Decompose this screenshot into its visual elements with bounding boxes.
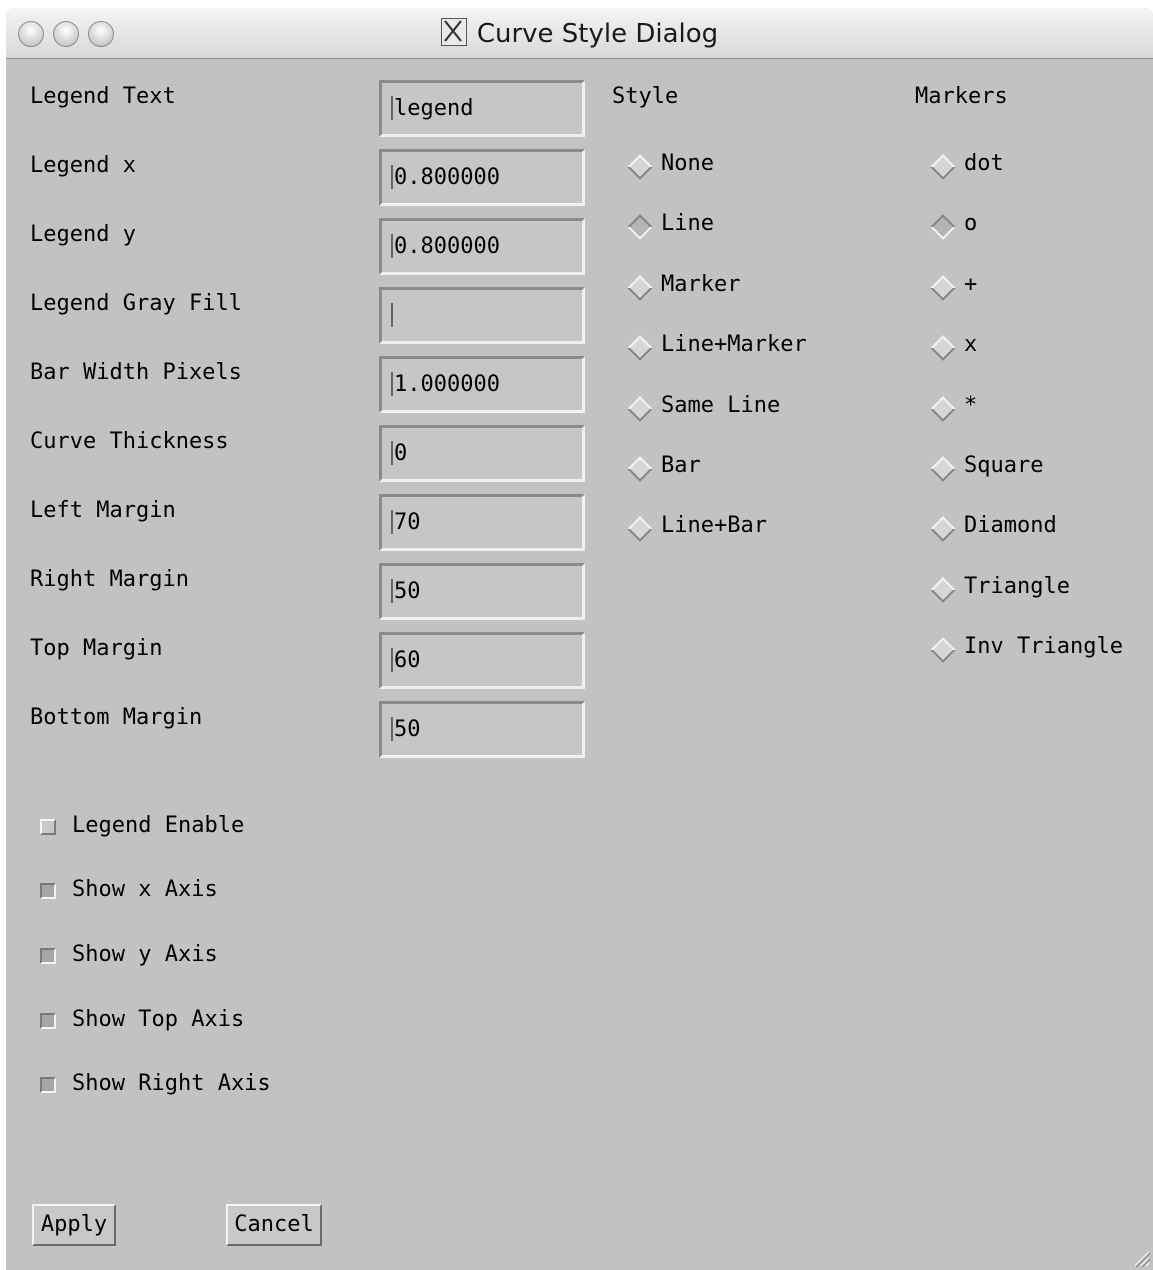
field-label-legend-text: Legend Text: [30, 84, 176, 109]
legend-text-value: legend: [394, 96, 474, 121]
legend-x-input[interactable]: 0.800000: [379, 149, 585, 206]
show-y-axis-checkbox[interactable]: [40, 948, 56, 964]
style-radio-marker[interactable]: [627, 275, 653, 301]
text-caret: [391, 165, 393, 189]
resize-grip-icon[interactable]: [1129, 1246, 1151, 1268]
style-radio-bar[interactable]: [627, 456, 653, 482]
marker-radio-dot[interactable]: [930, 154, 956, 180]
right-margin-input[interactable]: 50: [379, 563, 585, 620]
style-radio-line[interactable]: [627, 214, 653, 240]
style-header: Style: [612, 84, 679, 109]
style-radio-same-line[interactable]: [627, 396, 653, 422]
legend-y-value: 0.800000: [394, 234, 500, 259]
curve-style-dialog-window: Curve Style Dialog Legend Text legend Le…: [6, 8, 1153, 1270]
window-title: Curve Style Dialog: [476, 19, 719, 49]
marker-radio-plus[interactable]: [930, 275, 956, 301]
style-option-label[interactable]: None: [661, 151, 714, 176]
marker-radio-inv-triangle[interactable]: [930, 637, 956, 663]
markers-header: Markers: [915, 84, 1008, 109]
field-label-right-margin: Right Margin: [30, 567, 189, 592]
field-label-left-margin: Left Margin: [30, 498, 176, 523]
style-radio-line-marker[interactable]: [627, 335, 653, 361]
bar-width-pixels-value: 1.000000: [394, 372, 500, 397]
marker-radio-triangle[interactable]: [930, 577, 956, 603]
bar-width-pixels-input[interactable]: 1.000000: [379, 356, 585, 413]
show-top-axis-checkbox[interactable]: [40, 1013, 56, 1029]
marker-option-label[interactable]: o: [964, 211, 977, 236]
marker-radio-x[interactable]: [930, 335, 956, 361]
text-caret: [391, 441, 393, 465]
legend-text-input[interactable]: legend: [379, 80, 585, 137]
window-title-area: Curve Style Dialog: [6, 18, 1153, 49]
bottom-margin-input[interactable]: 50: [379, 701, 585, 758]
checkbox-label[interactable]: Show Right Axis: [72, 1071, 271, 1096]
checkbox-label[interactable]: Legend Enable: [72, 813, 244, 838]
text-caret: [391, 234, 393, 258]
field-label-legend-y: Legend y: [30, 222, 136, 247]
checkbox-label[interactable]: Show Top Axis: [72, 1007, 244, 1032]
bottom-margin-value: 50: [394, 717, 421, 742]
top-margin-input[interactable]: 60: [379, 632, 585, 689]
curve-thickness-input[interactable]: 0: [379, 425, 585, 482]
text-caret: [391, 579, 393, 603]
style-radio-line-bar[interactable]: [627, 516, 653, 542]
marker-option-label[interactable]: Square: [964, 453, 1043, 478]
show-right-axis-checkbox[interactable]: [40, 1077, 56, 1093]
marker-radio-diamond[interactable]: [930, 516, 956, 542]
text-caret: [391, 96, 393, 120]
style-option-label[interactable]: Marker: [661, 272, 740, 297]
title-bar[interactable]: Curve Style Dialog: [6, 8, 1153, 59]
text-caret: [391, 717, 393, 741]
legend-gray-fill-input[interactable]: [379, 287, 585, 344]
style-radio-none[interactable]: [627, 154, 653, 180]
field-label-legend-x: Legend x: [30, 153, 136, 178]
style-option-label[interactable]: Same Line: [661, 393, 780, 418]
marker-radio-star[interactable]: [930, 396, 956, 422]
style-option-label[interactable]: Bar: [661, 453, 701, 478]
legend-x-value: 0.800000: [394, 165, 500, 190]
marker-option-label[interactable]: Triangle: [964, 574, 1070, 599]
style-option-label[interactable]: Line: [661, 211, 714, 236]
x11-icon: [440, 18, 467, 46]
text-caret: [391, 510, 393, 534]
marker-option-label[interactable]: x: [964, 332, 977, 357]
marker-option-label[interactable]: dot: [964, 151, 1004, 176]
style-option-label[interactable]: Line+Bar: [661, 513, 767, 538]
text-caret: [391, 648, 393, 672]
field-label-legend-gray-fill: Legend Gray Fill: [30, 291, 242, 316]
apply-button[interactable]: Apply: [32, 1204, 116, 1246]
field-label-bottom-margin: Bottom Margin: [30, 705, 203, 730]
style-option-label[interactable]: Line+Marker: [661, 332, 807, 357]
left-margin-input[interactable]: 70: [379, 494, 585, 551]
checkbox-label[interactable]: Show y Axis: [72, 942, 218, 967]
field-label-top-margin: Top Margin: [30, 636, 163, 661]
marker-option-label[interactable]: Inv Triangle: [964, 634, 1123, 659]
show-x-axis-checkbox[interactable]: [40, 883, 56, 899]
legend-y-input[interactable]: 0.800000: [379, 218, 585, 275]
curve-thickness-value: 0: [394, 441, 408, 466]
marker-radio-square[interactable]: [930, 456, 956, 482]
marker-option-label[interactable]: +: [964, 272, 977, 297]
marker-radio-o[interactable]: [930, 214, 956, 240]
legend-enable-checkbox[interactable]: [40, 819, 56, 835]
left-margin-value: 70: [394, 510, 421, 535]
field-label-bar-width-pixels: Bar Width Pixels: [30, 360, 242, 385]
marker-option-label[interactable]: *: [964, 393, 977, 418]
top-margin-value: 60: [394, 648, 421, 673]
checkbox-label[interactable]: Show x Axis: [72, 877, 218, 902]
text-caret: [391, 372, 393, 396]
text-caret: [391, 303, 393, 327]
cancel-button[interactable]: Cancel: [226, 1204, 322, 1246]
right-margin-value: 50: [394, 579, 421, 604]
field-label-curve-thickness: Curve Thickness: [30, 429, 229, 454]
marker-option-label[interactable]: Diamond: [964, 513, 1057, 538]
